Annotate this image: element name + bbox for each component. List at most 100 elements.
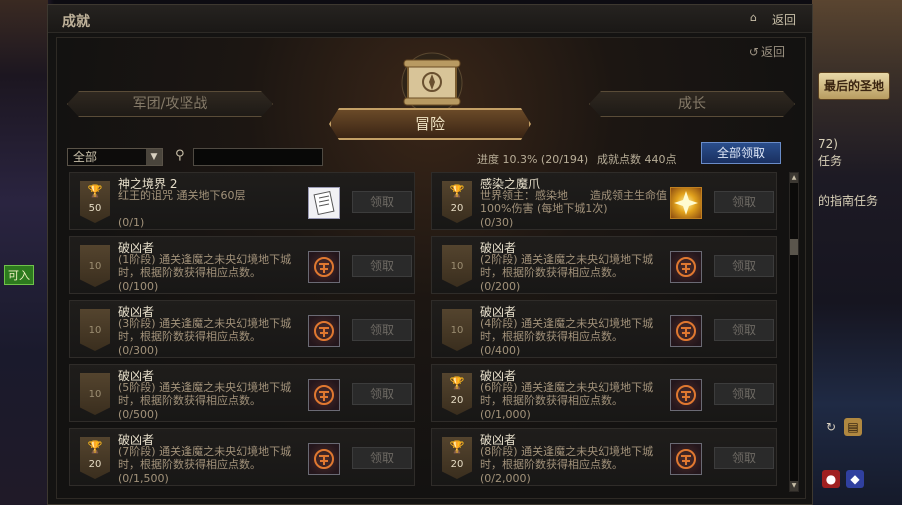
trophy-badge: 🏆 20 bbox=[442, 181, 472, 223]
achievement-card: 🏆 20 破凶者 (7阶段) 通关逢魔之未央幻境地下城时，根据阶数获得相应点数。 … bbox=[69, 428, 415, 486]
emblem-reward-icon[interactable] bbox=[308, 315, 340, 347]
scroll-map-icon bbox=[401, 52, 463, 114]
achievement-count: (0/1,000) bbox=[480, 408, 531, 421]
achievement-card: 10 破凶者 (3阶段) 通关逢魔之未央幻境地下城时，根据阶数获得相应点数。 (… bbox=[69, 300, 415, 358]
achievement-card: 🏆 20 破凶者 (6阶段) 通关逢魔之未央幻境地下城时，根据阶数获得相应点数。 … bbox=[431, 364, 777, 422]
tab-adventure[interactable]: 冒险 bbox=[329, 108, 531, 140]
achievement-desc: (6阶段) 通关逢魔之未央幻境地下城时，根据阶数获得相应点数。 bbox=[480, 381, 654, 407]
achievement-desc: (3阶段) 通关逢魔之未央幻境地下城时，根据阶数获得相应点数。 bbox=[118, 317, 292, 343]
sub-back-label: 返回 bbox=[760, 45, 785, 59]
points-value: 20 bbox=[450, 459, 464, 470]
claim-button[interactable]: 领取 bbox=[714, 191, 774, 213]
claim-button[interactable]: 领取 bbox=[714, 383, 774, 405]
points-value: 20 bbox=[88, 459, 102, 470]
achievement-desc: 世界领主：感染地 造成领主生命值100%伤害 (每地下城1次) bbox=[480, 189, 667, 215]
points-value: 10 bbox=[450, 261, 464, 272]
list-scrollbar[interactable]: ▲ ▼ bbox=[789, 172, 799, 492]
emblem-reward-icon[interactable] bbox=[308, 251, 340, 283]
title-bar: 成就 ⌂ 返回 bbox=[48, 5, 812, 33]
filter-selected: 全部 bbox=[73, 150, 98, 164]
refresh-icon[interactable]: ↻ bbox=[822, 418, 840, 436]
claim-button[interactable]: 领取 bbox=[714, 255, 774, 277]
search-icon: ⚲ bbox=[175, 148, 185, 163]
emblem-reward-icon[interactable] bbox=[308, 379, 340, 411]
document-reward-icon[interactable] bbox=[308, 187, 340, 219]
achievement-desc: (2阶段) 通关逢魔之未央幻境地下城时，根据阶数获得相应点数。 bbox=[480, 253, 654, 279]
claim-button[interactable]: 领取 bbox=[352, 383, 412, 405]
emblem-reward-icon[interactable] bbox=[670, 315, 702, 347]
points-value: 10 bbox=[88, 261, 102, 272]
game-scene-left bbox=[0, 0, 48, 505]
scroll-up-icon[interactable]: ▲ bbox=[790, 173, 798, 183]
points-badge: 10 bbox=[80, 309, 110, 351]
red-item-icon[interactable]: ● bbox=[822, 470, 840, 488]
sub-back-button[interactable]: ↺ 返回 bbox=[749, 43, 785, 60]
trophy-badge: 🏆 20 bbox=[80, 437, 110, 479]
points-badge: 10 bbox=[80, 245, 110, 287]
achievement-card: 🏆 20 感染之魔爪 世界领主：感染地 造成领主生命值100%伤害 (每地下城1次… bbox=[431, 172, 777, 230]
scroll-down-icon[interactable]: ▼ bbox=[790, 481, 798, 491]
trophy-icon: 🏆 bbox=[449, 440, 465, 454]
chevron-down-icon[interactable]: ▼ bbox=[146, 149, 162, 165]
points-value: 50 bbox=[88, 203, 102, 214]
claim-button[interactable]: 领取 bbox=[714, 319, 774, 341]
achievement-desc: (5阶段) 通关逢魔之未央幻境地下城时，根据阶数获得相应点数。 bbox=[118, 381, 292, 407]
scroll-thumb[interactable] bbox=[790, 239, 798, 255]
trophy-badge: 🏆 20 bbox=[442, 437, 472, 479]
blue-item-icon[interactable]: ◆ bbox=[846, 470, 864, 488]
achievement-desc: (7阶段) 通关逢魔之未央幻境地下城时，根据阶数获得相应点数。 bbox=[118, 445, 292, 471]
trophy-icon: 🏆 bbox=[449, 184, 465, 198]
claim-button[interactable]: 领取 bbox=[352, 255, 412, 277]
tab-corps-siege[interactable]: 军团/攻坚战 bbox=[67, 91, 273, 117]
points-value: 10 bbox=[88, 389, 102, 400]
achievement-desc: 红王的诅咒 通关地下60层 bbox=[118, 189, 246, 202]
points-value: 10 bbox=[450, 325, 464, 336]
trophy-icon: 🏆 bbox=[87, 440, 103, 454]
claim-all-button[interactable]: 全部领取 bbox=[701, 142, 781, 164]
points-badge: 10 bbox=[442, 245, 472, 287]
achievement-window: 成就 ⌂ 返回 ↺ 返回 军团/攻坚战 冒险 成长 全部 ▼ ⚲ 进度 10.3%… bbox=[47, 4, 813, 505]
achievement-count: (0/1,500) bbox=[118, 472, 169, 485]
trophy-icon: 🏆 bbox=[449, 376, 465, 390]
claim-button[interactable]: 领取 bbox=[352, 447, 412, 469]
achievement-card: 10 破凶者 (1阶段) 通关逢魔之未央幻境地下城时，根据阶数获得相应点数。 (… bbox=[69, 236, 415, 294]
return-arrow-icon: ↺ bbox=[748, 45, 759, 59]
points-text: 成就点数 440点 bbox=[597, 153, 677, 166]
trophy-badge: 🏆 20 bbox=[442, 373, 472, 415]
achievement-card: 10 破凶者 (5阶段) 通关逢魔之未央幻境地下城时，根据阶数获得相应点数。 (… bbox=[69, 364, 415, 422]
treasure-icon[interactable]: ▤ bbox=[844, 418, 862, 436]
achievement-list: 🏆 50 神之境界 2 红王的诅咒 通关地下60层 (0/1) 领取 🏆 20 感染… bbox=[69, 172, 781, 492]
side-text-2: 任务 bbox=[818, 154, 843, 168]
achievement-count: (0/400) bbox=[480, 344, 521, 357]
home-icon[interactable]: ⌂ bbox=[750, 12, 762, 24]
achievement-count: (0/500) bbox=[118, 408, 159, 421]
achievement-card: 🏆 20 破凶者 (8阶段) 通关逢魔之未央幻境地下城时，根据阶数获得相应点数。 … bbox=[431, 428, 777, 486]
progress-text: 进度 10.3% (20/194) bbox=[477, 153, 589, 166]
window-title: 成就 bbox=[62, 14, 90, 30]
claim-button[interactable]: 领取 bbox=[352, 191, 412, 213]
achievement-count: (0/2,000) bbox=[480, 472, 531, 485]
achievement-count: (0/30) bbox=[480, 216, 514, 229]
achievement-count: (0/200) bbox=[480, 280, 521, 293]
back-button[interactable]: 返回 bbox=[772, 11, 796, 28]
achievement-count: (0/300) bbox=[118, 344, 159, 357]
achievement-desc: (4阶段) 通关逢魔之未央幻境地下城时，根据阶数获得相应点数。 bbox=[480, 317, 654, 343]
side-text-3[interactable]: 的指南任务 bbox=[818, 192, 878, 209]
enter-tag[interactable]: 可入 bbox=[4, 265, 34, 285]
emblem-reward-icon[interactable] bbox=[308, 443, 340, 475]
claim-button[interactable]: 领取 bbox=[714, 447, 774, 469]
last-sanctuary-button[interactable]: 最后的圣地 bbox=[818, 72, 890, 100]
gold-star-reward-icon[interactable] bbox=[670, 187, 702, 219]
achievement-count: (0/100) bbox=[118, 280, 159, 293]
filter-dropdown[interactable]: 全部 ▼ bbox=[67, 148, 163, 166]
search-input[interactable] bbox=[193, 148, 323, 166]
points-value: 20 bbox=[450, 203, 464, 214]
emblem-reward-icon[interactable] bbox=[670, 379, 702, 411]
claim-button[interactable]: 领取 bbox=[352, 319, 412, 341]
emblem-reward-icon[interactable] bbox=[670, 443, 702, 475]
emblem-reward-icon[interactable] bbox=[670, 251, 702, 283]
achievement-desc: (8阶段) 通关逢魔之未央幻境地下城时，根据阶数获得相应点数。 bbox=[480, 445, 654, 471]
tab-growth[interactable]: 成长 bbox=[589, 91, 795, 117]
trophy-icon: 🏆 bbox=[87, 184, 103, 198]
points-value: 10 bbox=[88, 325, 102, 336]
